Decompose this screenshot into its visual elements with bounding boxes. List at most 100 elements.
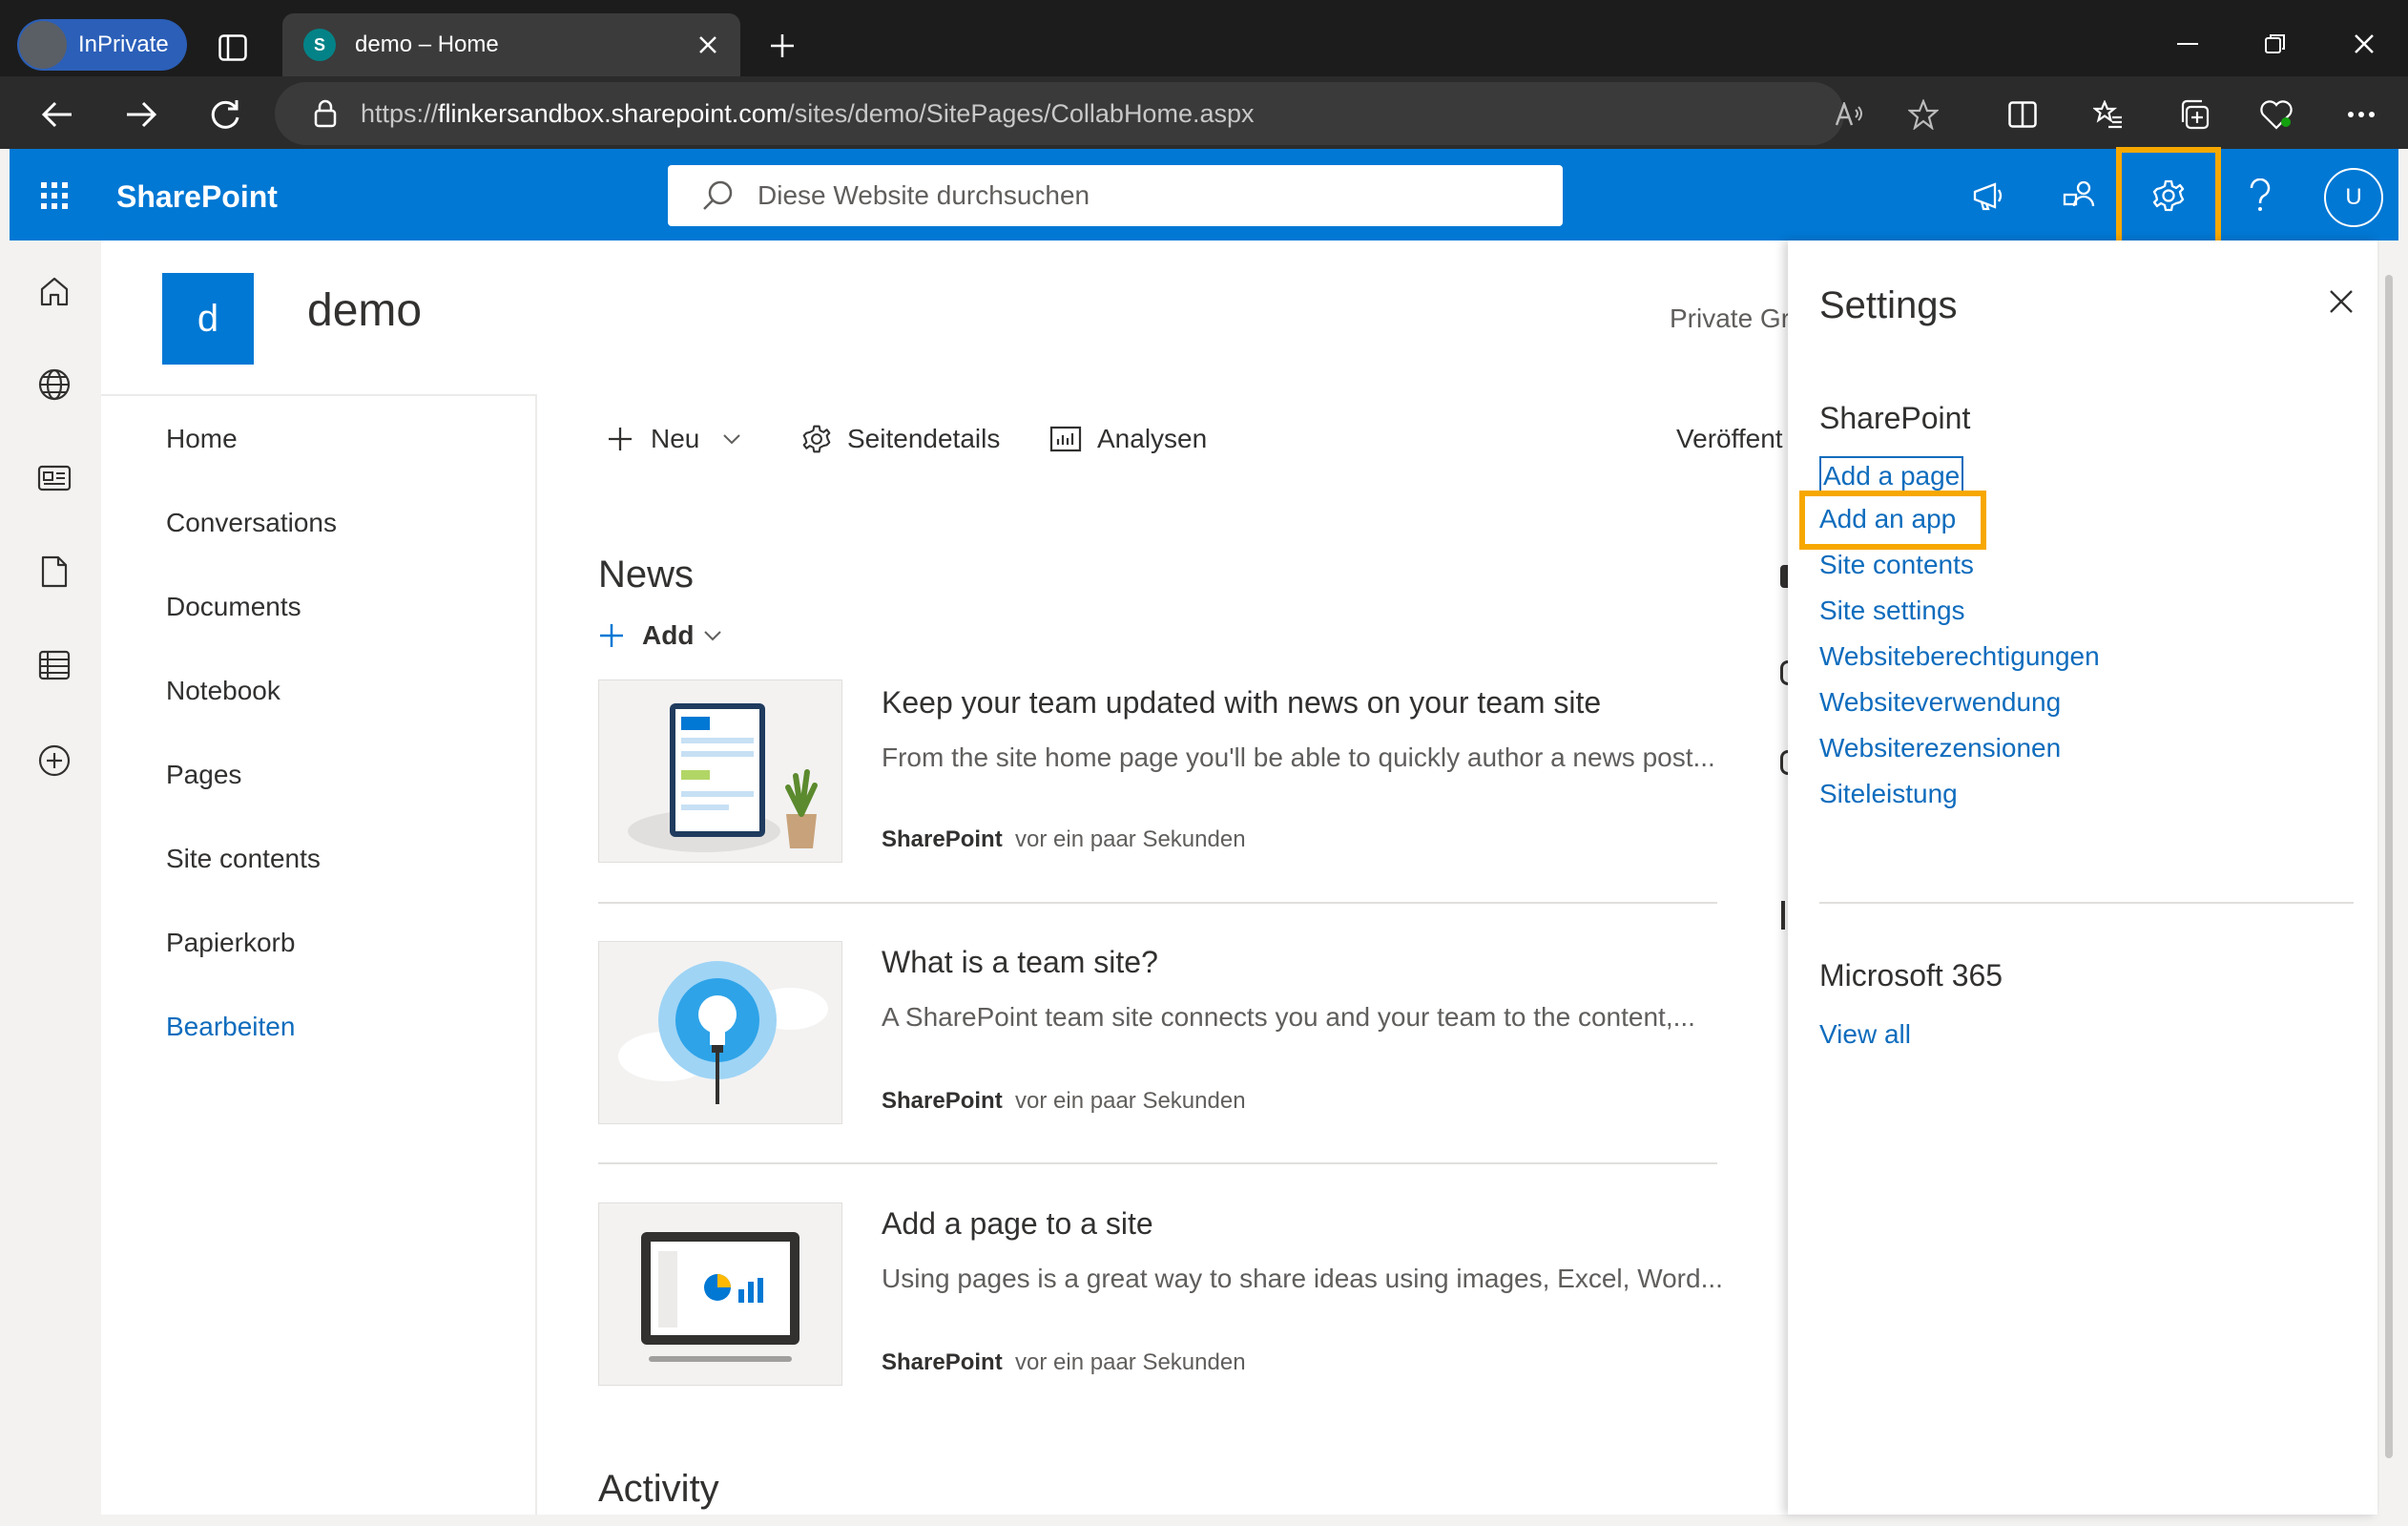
notifications-megaphone-icon[interactable] — [1967, 174, 2011, 218]
news-card-title[interactable]: Add a page to a site — [882, 1206, 1153, 1242]
new-tab-icon[interactable] — [763, 27, 801, 65]
nav-item-documents[interactable]: Documents — [166, 592, 301, 622]
close-tab-icon[interactable] — [689, 26, 727, 64]
site-permissions-link[interactable]: Websiteberechtigungen — [1819, 641, 2100, 672]
nav-divider — [535, 394, 537, 1515]
add-app-link[interactable]: Add an app — [1819, 504, 1956, 534]
back-icon[interactable] — [34, 92, 80, 137]
sharepoint-favicon-icon: S — [303, 29, 336, 61]
settings-panel-title: Settings — [1819, 284, 1958, 326]
nav-separator — [101, 394, 535, 396]
collections-icon[interactable] — [2175, 95, 2213, 134]
site-logo[interactable]: d — [162, 273, 254, 365]
refresh-icon[interactable] — [202, 92, 248, 137]
hidden-column-glyph — [1780, 565, 1788, 588]
nav-item-conversations[interactable]: Conversations — [166, 508, 337, 538]
analytics-icon — [1049, 426, 1082, 452]
site-usage-link[interactable]: Websiteverwendung — [1819, 687, 2061, 718]
app-launcher-icon[interactable] — [32, 174, 76, 218]
publish-label: Veröffent — [1676, 424, 1783, 453]
nav-item-recycle-bin[interactable]: Papierkorb — [166, 928, 295, 958]
hidden-column-glyph — [1781, 901, 1785, 930]
url-text: https://flinkersandbox.sharepoint.com/si… — [361, 98, 1255, 128]
news-card-time: vor ein paar Sekunden — [1015, 1088, 1246, 1114]
browser-essentials-icon[interactable] — [2257, 95, 2295, 134]
analytics-label: Analysen — [1097, 424, 1208, 453]
browser-tab[interactable]: S demo – Home — [282, 13, 740, 76]
create-icon[interactable] — [32, 739, 76, 783]
activity-heading: Activity — [598, 1468, 719, 1510]
tab-title: demo – Home — [355, 31, 499, 57]
profile-avatar — [19, 21, 67, 69]
share-people-icon[interactable] — [2057, 174, 2101, 218]
page-details-label: Seitendetails — [847, 424, 1001, 453]
monitor-chart-illustration — [641, 1232, 799, 1362]
url-field[interactable]: https://flinkersandbox.sharepoint.com/si… — [275, 82, 1844, 145]
nav-item-home[interactable]: Home — [166, 424, 238, 454]
new-label: Neu — [651, 424, 700, 453]
site-search-input[interactable]: Diese Website durchsuchen — [668, 165, 1563, 226]
globe-icon[interactable] — [32, 363, 76, 407]
news-card-time: vor ein paar Sekunden — [1015, 1349, 1246, 1375]
site-contents-link[interactable]: Site contents — [1819, 550, 1974, 580]
news-card-description: A SharePoint team site connects you and … — [882, 1002, 1695, 1032]
news-card-separator — [598, 1162, 1717, 1164]
sharepoint-brand[interactable]: SharePoint — [116, 179, 278, 215]
search-icon — [698, 177, 737, 215]
close-window-icon[interactable] — [2342, 25, 2386, 63]
site-settings-link[interactable]: Site settings — [1819, 596, 1965, 626]
news-card-thumbnail[interactable] — [598, 679, 842, 863]
split-screen-icon[interactable] — [2003, 95, 2042, 134]
page-scrollbar[interactable] — [2379, 240, 2398, 1515]
site-title[interactable]: demo — [307, 284, 422, 337]
news-card-author: SharePoint — [882, 1349, 1003, 1375]
inprivate-badge[interactable]: InPrivate — [17, 19, 187, 71]
tab-actions-icon[interactable] — [214, 29, 252, 67]
plus-icon — [609, 428, 632, 450]
settings-gear-icon[interactable] — [2147, 174, 2190, 218]
news-card-thumbnail[interactable] — [598, 941, 842, 1124]
search-placeholder: Diese Website durchsuchen — [758, 180, 1090, 210]
help-icon[interactable] — [2238, 174, 2282, 218]
news-card-author: SharePoint — [882, 1088, 1003, 1114]
minimize-icon[interactable] — [2166, 25, 2210, 63]
news-card-title[interactable]: What is a team site? — [882, 945, 1158, 980]
publish-button[interactable]: Veröffent — [1676, 424, 1783, 454]
site-performance-link[interactable]: Siteleistung — [1819, 779, 1958, 809]
tablet-plant-illustration — [628, 703, 818, 852]
nav-edit-link[interactable]: Bearbeiten — [166, 1012, 295, 1042]
news-add-button[interactable]: Add — [598, 620, 722, 651]
news-card-title[interactable]: Keep your team updated with news on your… — [882, 685, 1601, 721]
nav-item-notebook[interactable]: Notebook — [166, 676, 280, 706]
new-button[interactable]: Neu — [607, 424, 741, 454]
favorites-icon[interactable] — [2089, 95, 2128, 134]
close-panel-icon[interactable] — [2320, 281, 2362, 323]
page-details-button[interactable]: Seitendetails — [801, 424, 1000, 454]
restore-icon[interactable] — [2253, 25, 2297, 63]
news-add-label: Add — [642, 620, 695, 650]
scrollbar-thumb[interactable] — [2385, 275, 2393, 1458]
nav-item-site-contents[interactable]: Site contents — [166, 844, 321, 874]
file-icon[interactable] — [32, 550, 76, 594]
news-card-meta: SharePoint vor ein paar Sekunden — [882, 826, 1246, 853]
site-reviews-link[interactable]: Websiterezensionen — [1819, 733, 2061, 763]
analytics-button[interactable]: Analysen — [1049, 424, 1207, 454]
news-card-meta: SharePoint vor ein paar Sekunden — [882, 1349, 1246, 1376]
lock-icon — [311, 99, 340, 128]
list-icon[interactable] — [32, 643, 76, 687]
plus-icon — [600, 624, 623, 647]
favorite-star-icon[interactable] — [1904, 95, 1942, 134]
news-card-thumbnail[interactable] — [598, 1202, 842, 1386]
read-aloud-icon[interactable] — [1830, 95, 1868, 134]
hidden-column-glyph — [1780, 750, 1788, 775]
site-privacy-label: Private Gr — [1670, 303, 1791, 333]
news-icon[interactable] — [32, 456, 76, 500]
nav-item-pages[interactable]: Pages — [166, 760, 241, 790]
view-all-link[interactable]: View all — [1819, 1019, 1911, 1050]
forward-icon[interactable] — [118, 92, 164, 137]
more-menu-icon[interactable] — [2342, 95, 2380, 134]
home-icon[interactable] — [32, 269, 76, 313]
user-avatar[interactable]: U — [2324, 168, 2383, 227]
chevron-down-icon — [723, 434, 741, 445]
news-card-description: Using pages is a great way to share idea… — [882, 1264, 1723, 1293]
